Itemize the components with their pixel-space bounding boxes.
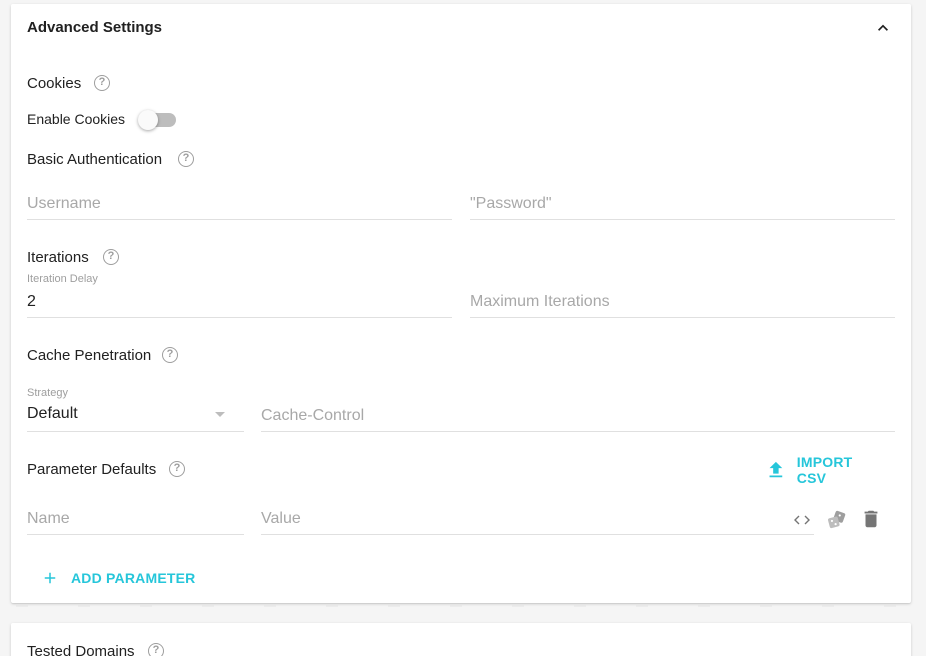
- cache-help-icon[interactable]: ?: [162, 347, 178, 363]
- basic-auth-help-icon[interactable]: ?: [178, 151, 194, 167]
- cache-control-field: [261, 407, 895, 432]
- param-value-field: [261, 510, 814, 535]
- cache-control-input[interactable]: [261, 407, 895, 425]
- add-parameter-label: ADD PARAMETER: [71, 570, 196, 586]
- cache-penetration-label: Cache Penetration: [27, 347, 152, 364]
- enable-cookies-label: Enable Cookies: [27, 111, 126, 127]
- toggle-thumb: [138, 110, 158, 130]
- trash-icon[interactable]: [860, 508, 882, 530]
- dice-icon[interactable]: [826, 509, 848, 531]
- advanced-settings-panel: Advanced Settings Cookies ? Enable Cooki…: [11, 4, 911, 603]
- divider-dashes: [16, 605, 896, 607]
- add-parameter-button[interactable]: ADD PARAMETER: [41, 567, 195, 589]
- parameter-defaults-label: Parameter Defaults: [27, 461, 157, 478]
- iterations-help-icon[interactable]: ?: [103, 249, 119, 265]
- upload-icon: [769, 461, 783, 478]
- strategy-label: Strategy: [27, 387, 68, 399]
- param-value-input[interactable]: [261, 510, 781, 528]
- tested-domains-help-icon[interactable]: ?: [148, 643, 164, 656]
- iterations-label: Iterations: [27, 249, 89, 266]
- cookies-help-icon[interactable]: ?: [94, 75, 110, 91]
- chevron-up-icon[interactable]: [873, 18, 893, 38]
- tested-domains-panel: Tested Domains ?: [11, 623, 911, 656]
- param-name-field: [27, 510, 244, 535]
- strategy-select[interactable]: Default: [27, 405, 244, 432]
- password-input[interactable]: [470, 195, 895, 213]
- basic-auth-label: Basic Authentication: [27, 151, 163, 168]
- password-field: [470, 195, 895, 220]
- panel-title: Advanced Settings: [27, 19, 163, 36]
- username-field: [27, 195, 452, 220]
- code-icon[interactable]: [794, 513, 810, 527]
- max-iterations-input[interactable]: [470, 293, 895, 311]
- max-iterations-field: [470, 293, 895, 318]
- strategy-value: Default: [27, 405, 78, 422]
- param-name-input[interactable]: [27, 510, 244, 528]
- username-input[interactable]: [27, 195, 452, 213]
- cookies-label: Cookies: [27, 75, 82, 92]
- import-csv-button[interactable]: IMPORT CSV: [765, 454, 885, 486]
- enable-cookies-toggle[interactable]: [138, 107, 178, 130]
- plus-icon: [44, 572, 56, 584]
- tested-domains-label: Tested Domains: [27, 643, 135, 656]
- import-csv-label: IMPORT CSV: [796, 454, 853, 486]
- parameter-help-icon[interactable]: ?: [169, 461, 185, 477]
- iteration-delay-field: [27, 293, 452, 318]
- iteration-delay-input[interactable]: [27, 293, 452, 311]
- iteration-delay-label: Iteration Delay: [27, 273, 98, 285]
- dropdown-caret-icon: [215, 412, 225, 417]
